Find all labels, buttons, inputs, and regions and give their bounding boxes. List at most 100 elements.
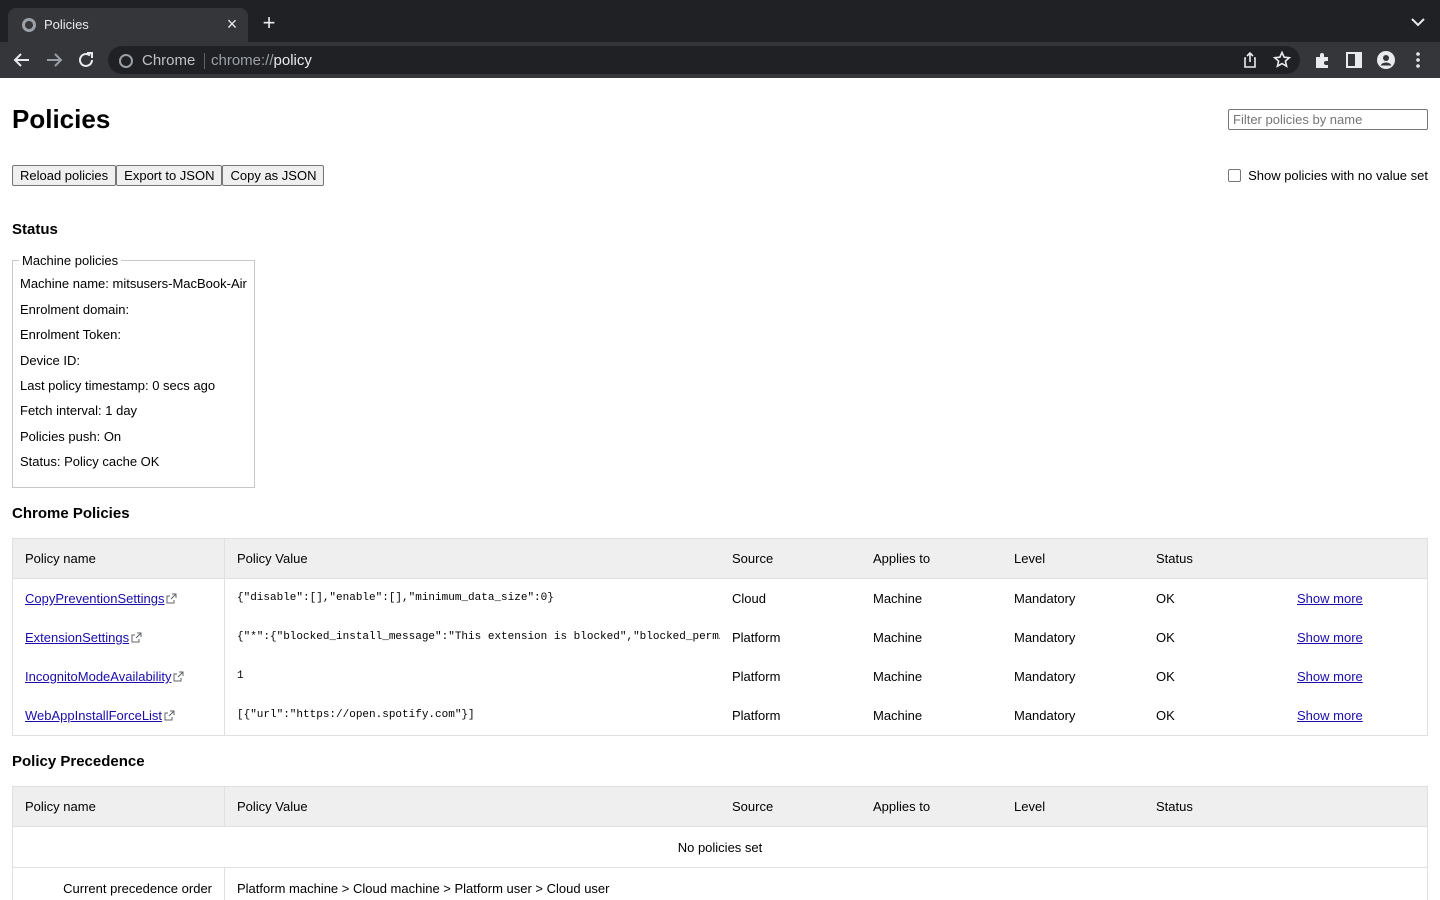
policy-name-link[interactable]: WebAppInstallForceList	[25, 708, 162, 723]
policy-value-cell: 1	[225, 657, 720, 696]
col-policy-name: Policy name	[13, 539, 225, 578]
status-last-timestamp: Last policy timestamp: 0 secs ago	[20, 378, 216, 393]
table-row: CopyPreventionSettings {"disable":[],"en…	[13, 579, 1427, 618]
show-no-value-checkbox[interactable]	[1228, 169, 1242, 182]
forward-icon[interactable]	[44, 50, 64, 70]
chrome-policies-table: Policy name Policy Value Source Applies …	[12, 538, 1428, 736]
no-policies-message: No policies set	[677, 839, 763, 855]
policy-applies-to: Machine	[873, 630, 923, 645]
new-tab-icon[interactable]: +	[258, 12, 280, 34]
chrome-policies-heading: Chrome Policies	[12, 505, 130, 522]
policy-value-cell: {"disable":[],"enable":[],"minimum_data_…	[225, 579, 720, 618]
precedence-order-row: Current precedence order Platform machin…	[13, 867, 1427, 900]
status-heading: Status	[12, 221, 58, 238]
copy-json-button[interactable]: Copy as JSON	[222, 165, 325, 186]
policy-name-cell: WebAppInstallForceList	[13, 696, 225, 735]
show-more-link[interactable]: Show more	[1297, 669, 1363, 684]
kebab-menu-icon[interactable]	[1408, 50, 1428, 70]
policy-value-cell: {"*":{"blocked_install_message":"This ex…	[225, 618, 720, 657]
col-status: Status	[1156, 551, 1193, 566]
policy-name-link[interactable]: ExtensionSettings	[25, 630, 129, 645]
external-link-icon[interactable]	[164, 710, 175, 721]
table-row: WebAppInstallForceList [{"url":"https://…	[13, 696, 1427, 735]
reload-icon[interactable]	[76, 50, 96, 70]
policy-value: {"*":{"blocked_install_message":"This ex…	[237, 631, 720, 643]
export-json-button[interactable]: Export to JSON	[116, 165, 223, 186]
col-source: Source	[732, 799, 774, 814]
machine-policies-box: Machine policies Machine name: mitsusers…	[12, 253, 255, 488]
precedence-order-label: Current precedence order	[13, 868, 225, 900]
profile-avatar-icon[interactable]	[1376, 50, 1396, 70]
table-row: IncognitoModeAvailability 1 Platform Mac…	[13, 657, 1427, 696]
extensions-icon[interactable]	[1312, 50, 1332, 70]
page-title: Policies	[12, 104, 111, 134]
back-icon[interactable]	[12, 50, 32, 70]
show-more-cell: Show more	[1297, 696, 1417, 735]
url-scheme: chrome://	[211, 52, 274, 69]
url-host: policy	[273, 52, 312, 69]
policy-value: {"disable":[],"enable":[],"minimum_data_…	[237, 592, 554, 604]
policy-name-cell: IncognitoModeAvailability	[13, 657, 225, 696]
policy-status: OK	[1156, 708, 1175, 723]
table-header: Policy name Policy Value Source Applies …	[13, 539, 1427, 579]
policy-source: Platform	[732, 708, 781, 723]
col-policy-name: Policy name	[13, 787, 225, 826]
policy-value: [{"url":"https://open.spotify.com"}]	[237, 709, 475, 721]
globe-icon	[22, 18, 36, 32]
close-tab-icon[interactable]: ×	[224, 15, 240, 33]
policy-applies-to: Machine	[873, 591, 923, 606]
active-tab[interactable]: Policies ×	[8, 8, 248, 42]
status-fetch-interval: Fetch interval: 1 day	[20, 403, 138, 418]
status-enrolment-token: Enrolment Token:	[20, 327, 121, 342]
reload-policies-button[interactable]: Reload policies	[12, 165, 117, 186]
action-buttons: Reload policies Export to JSON Copy as J…	[12, 165, 325, 186]
omnibox-separator	[204, 53, 205, 69]
policy-name-cell: CopyPreventionSettings	[13, 579, 225, 618]
policy-source: Platform	[732, 669, 781, 684]
col-policy-value: Policy Value	[237, 551, 308, 566]
policy-level: Mandatory	[1014, 708, 1076, 723]
show-more-link[interactable]: Show more	[1297, 630, 1363, 645]
show-no-value-label: Show policies with no value set	[1248, 168, 1428, 183]
policy-status: OK	[1156, 669, 1175, 684]
policy-source: Platform	[732, 630, 781, 645]
show-more-link[interactable]: Show more	[1297, 708, 1363, 723]
filter-policies-input[interactable]	[1228, 109, 1428, 130]
col-policy-value: Policy Value	[237, 799, 308, 814]
policy-status: OK	[1156, 630, 1175, 645]
policy-applies-to: Machine	[873, 708, 923, 723]
table-row: ExtensionSettings {"*":{"blocked_install…	[13, 618, 1427, 657]
url-text[interactable]: chrome://policy	[211, 52, 312, 69]
show-more-link[interactable]: Show more	[1297, 591, 1363, 606]
policy-name-link[interactable]: IncognitoModeAvailability	[25, 669, 171, 684]
external-link-icon[interactable]	[173, 671, 184, 682]
address-bar[interactable]: Chrome chrome://policy	[108, 46, 1300, 74]
table-header: Policy name Policy Value Source Applies …	[13, 787, 1427, 827]
policy-status: OK	[1156, 591, 1175, 606]
share-icon[interactable]	[1240, 50, 1260, 70]
policy-value: 1	[237, 670, 244, 682]
policy-source: Cloud	[732, 591, 766, 606]
chevron-down-icon[interactable]	[1408, 14, 1428, 30]
show-no-value-toggle[interactable]: Show policies with no value set	[1228, 168, 1428, 183]
show-more-cell: Show more	[1297, 657, 1417, 696]
external-link-icon[interactable]	[166, 593, 177, 604]
status-enrolment-domain: Enrolment domain:	[20, 302, 130, 317]
policy-level: Mandatory	[1014, 630, 1076, 645]
status-device-id: Device ID:	[20, 353, 80, 368]
external-link-icon[interactable]	[131, 632, 142, 643]
policy-precedence-table: Policy name Policy Value Source Applies …	[12, 786, 1428, 900]
chrome-icon	[119, 54, 133, 68]
tab-title: Policies	[44, 17, 89, 32]
policy-level: Mandatory	[1014, 591, 1076, 606]
status-policies-push: Policies push: On	[20, 429, 122, 444]
status-cache: Status: Policy cache OK	[20, 454, 160, 469]
col-level: Level	[1014, 799, 1046, 814]
policy-name-link[interactable]: CopyPreventionSettings	[25, 591, 164, 606]
policy-level: Mandatory	[1014, 669, 1076, 684]
precedence-order-value: Platform machine > Cloud machine > Platf…	[237, 880, 610, 896]
bookmark-star-icon[interactable]	[1272, 50, 1292, 70]
side-panel-icon[interactable]	[1344, 50, 1364, 70]
policy-value-cell: [{"url":"https://open.spotify.com"}]	[225, 696, 720, 735]
col-status: Status	[1156, 799, 1193, 814]
